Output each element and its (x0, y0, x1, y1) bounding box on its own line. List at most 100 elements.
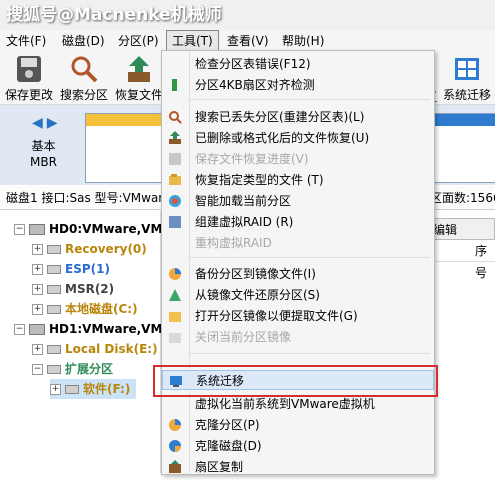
menu-item-build-raid[interactable]: 组建虚拟RAID (R) (162, 212, 434, 232)
volume-icon (47, 245, 61, 254)
open-image-icon (168, 309, 182, 323)
search-partition-icon (68, 54, 100, 84)
menu-item-label: 克隆磁盘(D) (195, 439, 262, 453)
disk-type-basic: 基本 (31, 139, 56, 153)
right-pane: 编辑 序号 (429, 212, 495, 473)
save-changes-label: 保存更改 (4, 88, 53, 102)
expand-icon[interactable]: + (50, 384, 61, 395)
volume-icon (65, 385, 79, 394)
menu-view[interactable]: 查看(V) (227, 30, 269, 52)
collapse-icon[interactable]: − (14, 324, 25, 335)
menu-item-4kb-align[interactable]: 分区4KB扇区对齐检测 (162, 75, 434, 95)
tree-item-local-e[interactable]: + Local Disk(E:) (32, 339, 158, 359)
smart-load-icon (168, 194, 182, 208)
menu-item-label: 从镜像文件还原分区(S) (195, 288, 320, 302)
close-image-icon (168, 330, 182, 344)
tools-dropdown-menu: 检查分区表错误(F12) 分区4KB扇区对齐检测 搜索已丢失分区(重建分区表)(… (161, 50, 435, 475)
menu-item-sector-copy[interactable]: 扇区复制 (162, 457, 434, 477)
disk-nav-arrows[interactable]: ◀ ▶ (32, 115, 58, 131)
menu-item-label: 保存文件恢复进度(V) (195, 152, 309, 166)
filetype-icon (168, 173, 182, 187)
tree-item-extended[interactable]: − 扩展分区 (32, 359, 113, 379)
disk-info-text: 磁盘1 接口:Sas 型号:VMwar (6, 191, 164, 205)
save-icon (13, 54, 45, 84)
hard-disk-icon (29, 224, 45, 235)
search-partition-label: 搜索分区 (59, 88, 108, 102)
check-table-icon (168, 57, 182, 71)
menu-item-recover-file-type[interactable]: 恢复指定类型的文件 (T) (162, 170, 434, 190)
menu-item-label: 智能加载当前分区 (195, 194, 292, 208)
restore-image-icon (168, 288, 182, 302)
expand-icon[interactable]: + (32, 264, 43, 275)
tab-edit[interactable]: 编辑 (429, 218, 495, 240)
backup-icon (168, 267, 182, 281)
chevron-right-icon[interactable]: ▶ (47, 115, 58, 131)
clone-partition-icon (168, 418, 182, 432)
tree-item-msr[interactable]: + MSR(2) (32, 279, 114, 299)
clone-disk-icon (168, 439, 182, 453)
partition-block-right[interactable] (430, 113, 495, 183)
menu-item-label: 扇区复制 (195, 460, 244, 474)
menu-partition[interactable]: 分区(P) (118, 30, 159, 52)
disk-type: 基本 MBR (30, 138, 57, 170)
recover-files-label: 恢复文件 (114, 88, 163, 102)
menu-item-smart-load[interactable]: 智能加载当前分区 (162, 191, 434, 211)
menu-item-clone-partition[interactable]: 克隆分区(P) (162, 415, 434, 435)
menu-file[interactable]: 文件(F) (6, 30, 46, 52)
tree-item-recovery[interactable]: + Recovery(0) (32, 239, 147, 259)
tree-item-hd1[interactable]: − HD1:VMware,VMw (14, 319, 174, 339)
menu-help[interactable]: 帮助(H) (282, 30, 324, 52)
menu-disk[interactable]: 磁盘(D) (62, 30, 105, 52)
partition-block[interactable] (85, 113, 167, 183)
expand-icon[interactable]: + (32, 244, 43, 255)
tree-item-esp[interactable]: + ESP(1) (32, 259, 110, 279)
chevron-left-icon[interactable]: ◀ (32, 115, 43, 131)
recover-files-button[interactable]: 恢复文件 (113, 54, 165, 103)
expand-icon[interactable]: + (32, 284, 43, 295)
menu-item-clone-disk[interactable]: 克隆磁盘(D) (162, 436, 434, 456)
menu-item-restore-image[interactable]: 从镜像文件还原分区(S) (162, 285, 434, 305)
vmware-icon (168, 397, 182, 411)
recover-files-icon (123, 54, 155, 84)
tree-label-msr: MSR(2) (65, 282, 115, 296)
menu-item-recover-deleted[interactable]: 已删除或格式化后的文件恢复(U) (162, 128, 434, 148)
tree-label-esp: ESP(1) (65, 262, 110, 276)
expand-icon[interactable]: + (32, 304, 43, 315)
tree-item-software[interactable]: + 软件(F:) (50, 379, 137, 399)
tree-item-local-c[interactable]: + 本地磁盘(C:) (32, 299, 138, 319)
tree-label-recovery: Recovery(0) (65, 242, 147, 256)
volume-icon (47, 265, 61, 274)
volume-icon (47, 285, 61, 294)
disk-tree: − HD0:VMware,VMw + Recovery(0) + ESP(1) + MS… (0, 212, 174, 473)
save-changes-button[interactable]: 保存更改 (3, 54, 55, 103)
menu-item-label: 检查分区表错误(F12) (195, 57, 311, 71)
search-partition-button[interactable]: 搜索分区 (58, 54, 110, 103)
tree-item-hd0[interactable]: − HD0:VMware,VMw (14, 219, 174, 239)
collapse-icon[interactable]: − (32, 364, 43, 375)
menu-item-virtualize-vmware[interactable]: 虚拟化当前系统到VMware虚拟机 (162, 394, 434, 414)
volume-icon (47, 345, 61, 354)
volume-icon (47, 305, 61, 314)
menu-item-search-lost-partition[interactable]: 搜索已丢失分区(重建分区表)(L) (162, 107, 434, 127)
sector-copy-icon (168, 460, 182, 474)
menu-item-label: 克隆分区(P) (195, 418, 260, 432)
menu-item-label: 组建虚拟RAID (R) (195, 215, 294, 229)
save-progress-icon (168, 152, 182, 166)
menu-item-label: 关闭当前分区镜像 (195, 330, 292, 344)
menu-tools[interactable]: 工具(T) (166, 30, 219, 52)
collapse-icon[interactable]: − (14, 224, 25, 235)
menu-item-label: 分区4KB扇区对齐检测 (195, 78, 315, 92)
menu-item-open-image[interactable]: 打开分区镜像以便提取文件(G) (162, 306, 434, 326)
menu-item-close-image[interactable]: 关闭当前分区镜像 (162, 327, 434, 347)
menu-item-save-progress[interactable]: 保存文件恢复进度(V) (162, 149, 434, 169)
tree-label-software: 软件(F:) (83, 382, 131, 396)
menu-item-rebuild-raid[interactable]: 重构虚拟RAID (162, 233, 434, 253)
expand-icon[interactable]: + (32, 344, 43, 355)
menu-item-label: 备份分区到镜像文件(I) (195, 267, 316, 281)
system-migration-button[interactable]: 系统迁移 (441, 54, 493, 103)
rebuild-raid-icon (168, 236, 182, 250)
column-header-index[interactable]: 序号 (429, 240, 495, 280)
tree-label-extended: 扩展分区 (65, 362, 114, 376)
menu-item-backup-image[interactable]: 备份分区到镜像文件(I) (162, 264, 434, 284)
menu-item-check-partition-table[interactable]: 检查分区表错误(F12) (162, 54, 434, 74)
